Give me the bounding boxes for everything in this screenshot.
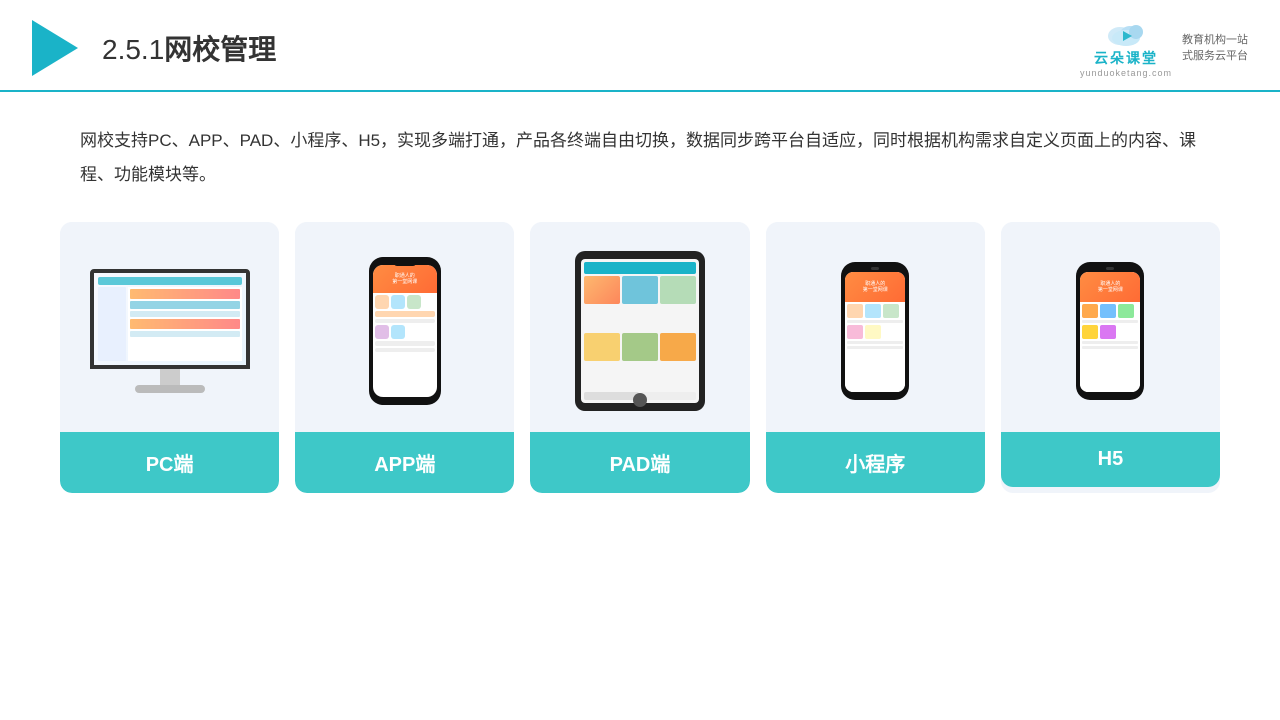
card-miniprogram-image: 职通人的第一堂网课: [766, 222, 985, 432]
logo-icon: [1104, 18, 1148, 48]
tablet-mockup: [575, 251, 705, 411]
card-pc-label: PC端: [60, 432, 279, 493]
mini-phone-top-2: 职通人的第一堂网课: [1080, 272, 1140, 302]
mini-phone-camera-2: [1106, 267, 1114, 270]
card-miniprogram: 职通人的第一堂网课: [766, 222, 985, 493]
card-pc-image: [60, 222, 279, 432]
page-title: 2.5.1网校管理: [102, 28, 276, 68]
phone-mockup-app: 职通人的第一堂网课: [369, 257, 441, 405]
logo-url: yunduoketang.com: [1080, 68, 1172, 78]
logo-slogan: 教育机构一站 式服务云平台: [1182, 32, 1248, 65]
card-pad-image: [530, 222, 749, 432]
card-pad-label: PAD端: [530, 432, 749, 493]
mini-phone-body: [845, 302, 905, 392]
phone-screen: 职通人的第一堂网课: [373, 265, 437, 397]
phone-header: 职通人的第一堂网课: [373, 265, 437, 293]
monitor-screen: [90, 269, 250, 369]
card-h5-image: 职通人的第一堂网课: [1001, 222, 1220, 432]
logo-brand: 云朵课堂: [1094, 48, 1158, 68]
mini-phone-camera: [871, 267, 879, 270]
phone-notch: [394, 260, 416, 266]
card-app-label: APP端: [295, 432, 514, 493]
mini-phone-top: 职通人的第一堂网课: [845, 272, 905, 302]
mini-phone-mockup-2: 职通人的第一堂网课: [1076, 262, 1144, 400]
header-left: 2.5.1网校管理: [32, 20, 276, 76]
card-pc: PC端: [60, 222, 279, 493]
card-miniprogram-label: 小程序: [766, 432, 985, 493]
card-h5: 职通人的第一堂网课: [1001, 222, 1220, 493]
mini-phone-screen-1: 职通人的第一堂网课: [845, 272, 905, 392]
card-pad: PAD端: [530, 222, 749, 493]
header: 2.5.1网校管理 云朵课堂 yunduoketang.com 教育机构一站 式…: [0, 0, 1280, 92]
description-text: 网校支持PC、APP、PAD、小程序、H5，实现多端打通，产品各终端自由切换，数…: [0, 92, 1280, 212]
mini-phone-screen-2: 职通人的第一堂网课: [1080, 272, 1140, 392]
tablet-screen: [581, 259, 699, 403]
card-app: 职通人的第一堂网课: [295, 222, 514, 493]
tablet-home-btn: [633, 393, 647, 407]
cards-container: PC端 职通人的第一堂网课: [0, 212, 1280, 513]
phone-body: [373, 293, 437, 354]
logo-cloud: 云朵课堂 yunduoketang.com: [1080, 18, 1172, 78]
logo-area: 云朵课堂 yunduoketang.com 教育机构一站 式服务云平台: [1080, 18, 1248, 78]
pc-monitor: [90, 269, 250, 393]
card-h5-label: H5: [1001, 432, 1220, 487]
mini-phone-body-2: [1080, 302, 1140, 392]
play-icon: [32, 20, 78, 76]
mini-phone-mockup-1: 职通人的第一堂网课: [841, 262, 909, 400]
card-app-image: 职通人的第一堂网课: [295, 222, 514, 432]
